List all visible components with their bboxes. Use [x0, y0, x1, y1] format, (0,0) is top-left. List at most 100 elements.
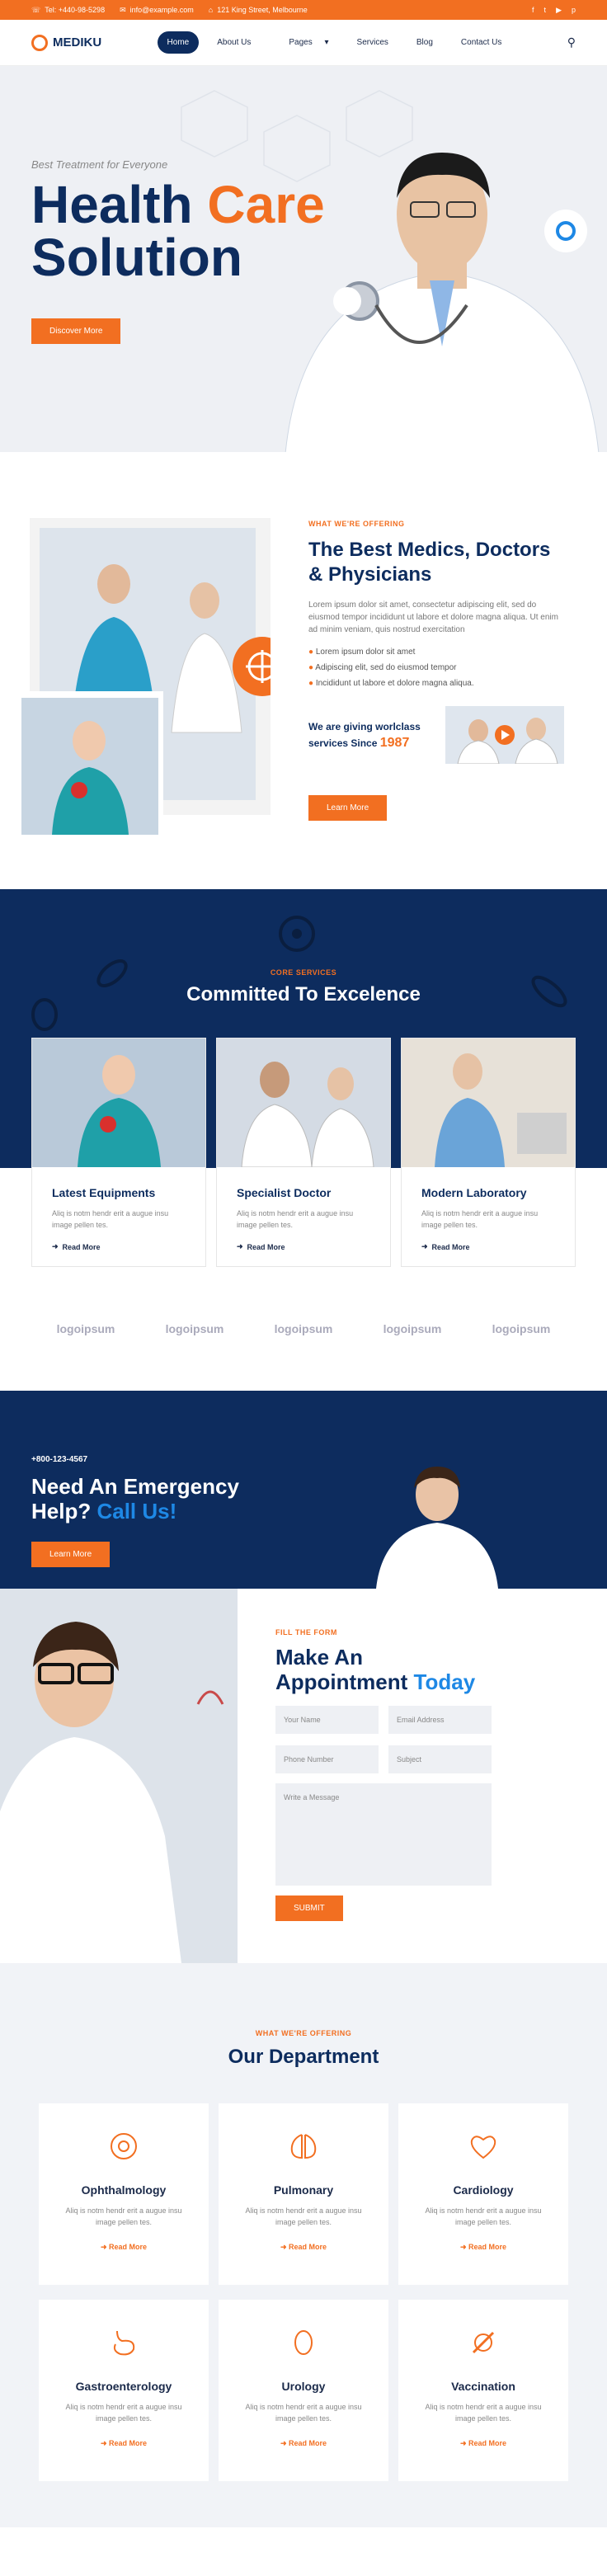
logo[interactable]: MEDIKU [31, 34, 102, 51]
nav-blog[interactable]: Blog [407, 31, 443, 54]
read-more-label: Read More [62, 1242, 101, 1251]
about-list-text: Lorem ipsum dolor sit amet [315, 648, 416, 657]
since-year: 1987 [379, 736, 410, 750]
read-more-link[interactable]: ➜ Read More [39, 2439, 209, 2448]
hero-title-3: Solution [31, 228, 242, 287]
since-text: We are giving worlclass services Since 1… [308, 718, 424, 751]
address-info: ⌂ 121 King Street, Melbourne [208, 6, 308, 14]
department-grid: Ophthalmology Aliq is notm hendr erit a … [0, 2103, 607, 2481]
service-card-title: Specialist Doctor [237, 1186, 332, 1199]
service-card-title: Latest Equipments [52, 1186, 156, 1199]
email-info[interactable]: ✉ info@example.com [120, 6, 194, 15]
appointment-title-3: Today [413, 1669, 476, 1694]
bacteria-icon [96, 959, 128, 987]
email-field[interactable]: Email Address [388, 1706, 492, 1734]
subject-field[interactable]: Subject [388, 1745, 492, 1773]
germ-icon [31, 998, 58, 1031]
name-field[interactable]: Your Name [275, 1706, 379, 1734]
submit-button[interactable]: SUBMIT [275, 1896, 343, 1921]
department-card-title: Pulmonary [273, 2183, 334, 2197]
read-more-link[interactable]: ➜ Read More [398, 2243, 568, 2252]
department-card-text: Aliq is notm hendr erit a augue insu ima… [245, 2403, 362, 2423]
emergency-title-3: Call Us! [96, 1499, 177, 1523]
department-card-title: Cardiology [453, 2183, 514, 2197]
service-card[interactable]: Latest Equipments Aliq is notm hendr eri… [31, 1038, 206, 1267]
stomach-icon [113, 2330, 135, 2356]
department-card[interactable]: Gastroenterology Aliq is notm hendr erit… [39, 2300, 209, 2481]
youtube-icon[interactable]: ▶ [556, 6, 562, 15]
about-list: ● Lorem ipsum dolor sit amet ● Adipiscin… [308, 648, 564, 688]
hero-subtitle: Best Treatment for Everyone [31, 158, 168, 171]
partner-logo: logoipsum [165, 1322, 224, 1335]
read-more-link[interactable]: ➜ Read More [52, 1242, 186, 1251]
emergency-title-1: Need An Emergency [31, 1474, 239, 1499]
message-field[interactable]: Write a Message [275, 1783, 492, 1886]
about-list-item: ● Incididunt ut labore et dolore magna a… [308, 679, 474, 688]
about-list-item: ● Lorem ipsum dolor sit amet [308, 648, 416, 657]
department-card[interactable]: Urology Aliq is notm hendr erit a augue … [219, 2300, 388, 2481]
nav-menu: Home About Us Pages ▾ Services Blog Cont… [157, 31, 512, 54]
department-card-text: Aliq is notm hendr erit a augue insu ima… [65, 2403, 182, 2423]
about-list-text: Adipiscing elit, sed do eiusmod tempor [315, 663, 457, 672]
hero-title-1: Health [31, 175, 193, 234]
phone-text: Tel: +440-98-5298 [45, 6, 106, 14]
pinterest-icon[interactable]: p [572, 6, 576, 15]
logo-text: MEDIKU [53, 35, 102, 49]
partner-logo: logoipsum [492, 1322, 551, 1335]
nav-home[interactable]: Home [157, 31, 200, 54]
department-card[interactable]: Vaccination Aliq is notm hendr erit a au… [398, 2300, 568, 2481]
department-card[interactable]: Pulmonary Aliq is notm hendr erit a augu… [219, 2103, 388, 2285]
appointment-title: Make An Appointment Today [275, 1645, 569, 1694]
nav-services[interactable]: Services [347, 31, 398, 54]
phone-info: ☏ Tel: +440-98-5298 [31, 5, 106, 15]
read-more-link[interactable]: ➜ Read More [398, 2439, 568, 2448]
service-cards: Latest Equipments Aliq is notm hendr eri… [0, 1038, 607, 1267]
doctor-woman-image [376, 1467, 498, 1589]
service-card-text: Aliq is notm hendr erit a augue insu ima… [421, 1209, 539, 1229]
email-text[interactable]: info@example.com [130, 6, 194, 14]
twitter-icon[interactable]: t [544, 6, 547, 15]
department-title: Our Department [228, 2046, 379, 2068]
nav-about[interactable]: About Us [207, 31, 261, 54]
kidney-icon [294, 2330, 313, 2355]
partner-logo: logoipsum [274, 1322, 333, 1335]
read-more-link[interactable]: ➜ Read More [219, 2439, 388, 2448]
phone-field[interactable]: Phone Number [275, 1745, 379, 1773]
department-card[interactable]: Cardiology Aliq is notm hendr erit a aug… [398, 2103, 568, 2285]
read-more-link[interactable]: ➜ Read More [237, 1242, 370, 1251]
emergency-section: +800-123-4567 Need An Emergency Help? Ca… [0, 1391, 607, 1589]
about-tag: WHAT WE'RE OFFERING [308, 520, 405, 528]
appointment-section: FILL THE FORM Make An Appointment Today … [0, 1589, 607, 1963]
service-card-text: Aliq is notm hendr erit a augue insu ima… [52, 1209, 169, 1229]
video-thumbnail[interactable] [445, 706, 564, 764]
nav-contact[interactable]: Contact Us [451, 31, 511, 54]
service-card[interactable]: Specialist Doctor Aliq is notm hendr eri… [216, 1038, 391, 1267]
department-card[interactable]: Ophthalmology Aliq is notm hendr erit a … [39, 2103, 209, 2285]
about-list-item: ● Adipiscing elit, sed do eiusmod tempor [308, 663, 457, 672]
read-more-label: Read More [109, 2439, 148, 2447]
read-more-link[interactable]: ➜ Read More [421, 1242, 555, 1251]
appointment-form-wrap: FILL THE FORM Make An Appointment Today … [238, 1589, 607, 1963]
service-card[interactable]: Modern Laboratory Aliq is notm hendr eri… [401, 1038, 576, 1267]
department-tag: WHAT WE'RE OFFERING [255, 2029, 352, 2037]
facebook-icon[interactable]: f [532, 6, 534, 15]
nav-pages[interactable]: Pages ▾ [269, 31, 338, 54]
pill-bacteria-icon [531, 975, 567, 1008]
discover-more-button[interactable]: Discover More [31, 318, 121, 344]
department-card-title: Ophthalmology [81, 2183, 167, 2197]
equipment-image [32, 1038, 205, 1167]
read-more-label: Read More [468, 2243, 507, 2251]
department-card-title: Urology [281, 2380, 326, 2393]
emergency-learn-more-button[interactable]: Learn More [31, 1542, 111, 1567]
service-card-text: Aliq is notm hendr erit a augue insu ima… [237, 1209, 354, 1229]
search-icon[interactable]: ⚲ [567, 35, 576, 49]
main-navbar: MEDIKU Home About Us Pages ▾ Services Bl… [0, 20, 607, 66]
address-text: 121 King Street, Melbourne [217, 6, 308, 14]
learn-more-button[interactable]: Learn More [308, 795, 388, 821]
arrow-icon: ➜ [237, 1242, 243, 1250]
partner-logo: logoipsum [383, 1322, 442, 1335]
read-more-link[interactable]: ➜ Read More [39, 2243, 209, 2252]
logo-icon [31, 34, 48, 51]
read-more-link[interactable]: ➜ Read More [219, 2243, 388, 2252]
about-text: Lorem ipsum dolor sit amet, consectetur … [308, 600, 558, 634]
